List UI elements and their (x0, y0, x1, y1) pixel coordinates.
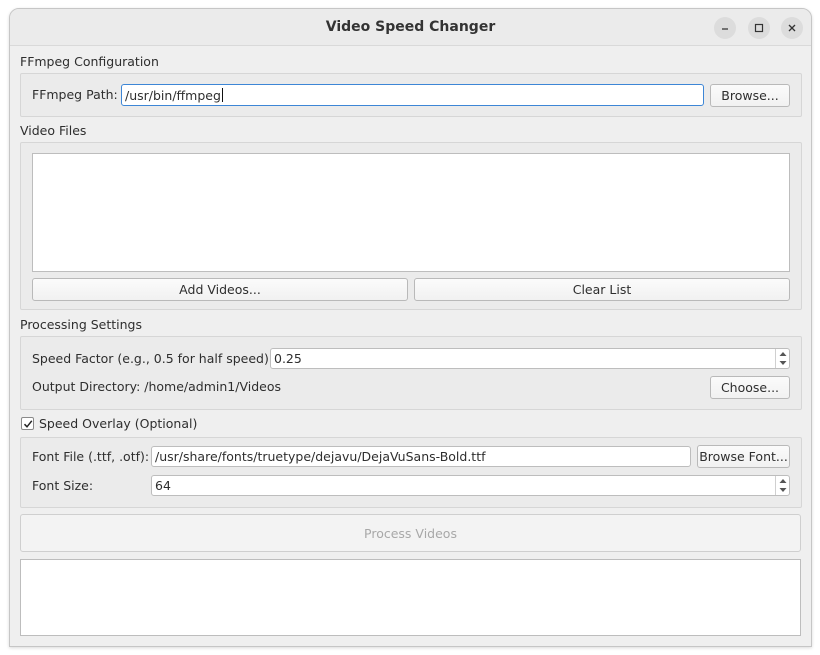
speed-factor-decrement[interactable] (776, 359, 789, 369)
ffmpeg-path-input[interactable]: /usr/bin/ffmpeg (121, 84, 704, 106)
speed-factor-label: Speed Factor (e.g., 0.5 for half speed): (32, 351, 274, 366)
minimize-button[interactable] (714, 17, 736, 39)
log-output[interactable] (20, 559, 801, 636)
chevron-up-icon (779, 351, 786, 356)
ffmpeg-browse-button[interactable]: Browse... (710, 84, 790, 107)
ffmpeg-path-label: FFmpeg Path: (32, 87, 118, 102)
clear-list-button[interactable]: Clear List (414, 278, 790, 301)
speed-factor-spinbox[interactable]: 0.25 (270, 348, 790, 369)
maximize-button[interactable] (748, 17, 770, 39)
font-size-label: Font Size: (32, 478, 94, 493)
close-icon (788, 24, 796, 32)
video-files-group-frame: Add Videos... Clear List (20, 142, 802, 310)
maximize-icon (754, 23, 764, 33)
minimize-icon (722, 28, 728, 30)
video-files-list[interactable] (32, 153, 790, 272)
speed-overlay-group-frame: Font File (.ttf, .otf): /usr/share/fonts… (20, 437, 802, 508)
add-videos-button[interactable]: Add Videos... (32, 278, 408, 301)
chevron-down-icon (779, 488, 786, 493)
browse-font-button[interactable]: Browse Font... (697, 445, 790, 468)
speed-overlay-checkbox[interactable] (21, 417, 34, 430)
close-button[interactable] (781, 17, 803, 39)
output-directory-label: Output Directory: /home/admin1/Videos (32, 379, 282, 394)
font-file-value: /usr/share/fonts/truetype/dejavu/DejaVuS… (155, 449, 486, 464)
app-window: Video Speed Changer FFmpeg Configuration… (9, 8, 812, 647)
title-bar: Video Speed Changer (10, 9, 811, 46)
font-file-input[interactable]: /usr/share/fonts/truetype/dejavu/DejaVuS… (151, 446, 691, 467)
window-title: Video Speed Changer (325, 19, 496, 35)
speed-overlay-label[interactable]: Speed Overlay (Optional) (39, 416, 197, 431)
speed-factor-increment[interactable] (776, 349, 789, 359)
font-size-spin-buttons (775, 476, 789, 495)
processing-group-frame: Speed Factor (e.g., 0.5 for half speed):… (20, 336, 802, 410)
chevron-up-icon (779, 478, 786, 483)
choose-directory-button[interactable]: Choose... (710, 376, 790, 399)
video-files-group-label: Video Files (20, 123, 87, 138)
font-size-increment[interactable] (776, 476, 789, 486)
font-size-value: 64 (155, 478, 171, 493)
chevron-down-icon (779, 361, 786, 366)
font-size-spinbox[interactable]: 64 (151, 475, 790, 496)
font-size-decrement[interactable] (776, 486, 789, 496)
ffmpeg-group-label: FFmpeg Configuration (20, 54, 159, 69)
speed-factor-spin-buttons (775, 349, 789, 368)
checkmark-icon (23, 419, 32, 428)
processing-group-label: Processing Settings (20, 317, 142, 332)
ffmpeg-path-value: /usr/bin/ffmpeg (125, 87, 221, 103)
ffmpeg-group-frame: FFmpeg Path: /usr/bin/ffmpeg Browse... (20, 73, 802, 117)
font-file-label: Font File (.ttf, .otf): (32, 449, 150, 464)
text-caret (221, 88, 223, 102)
speed-factor-value: 0.25 (274, 351, 302, 366)
process-videos-button[interactable]: Process Videos (20, 514, 801, 552)
